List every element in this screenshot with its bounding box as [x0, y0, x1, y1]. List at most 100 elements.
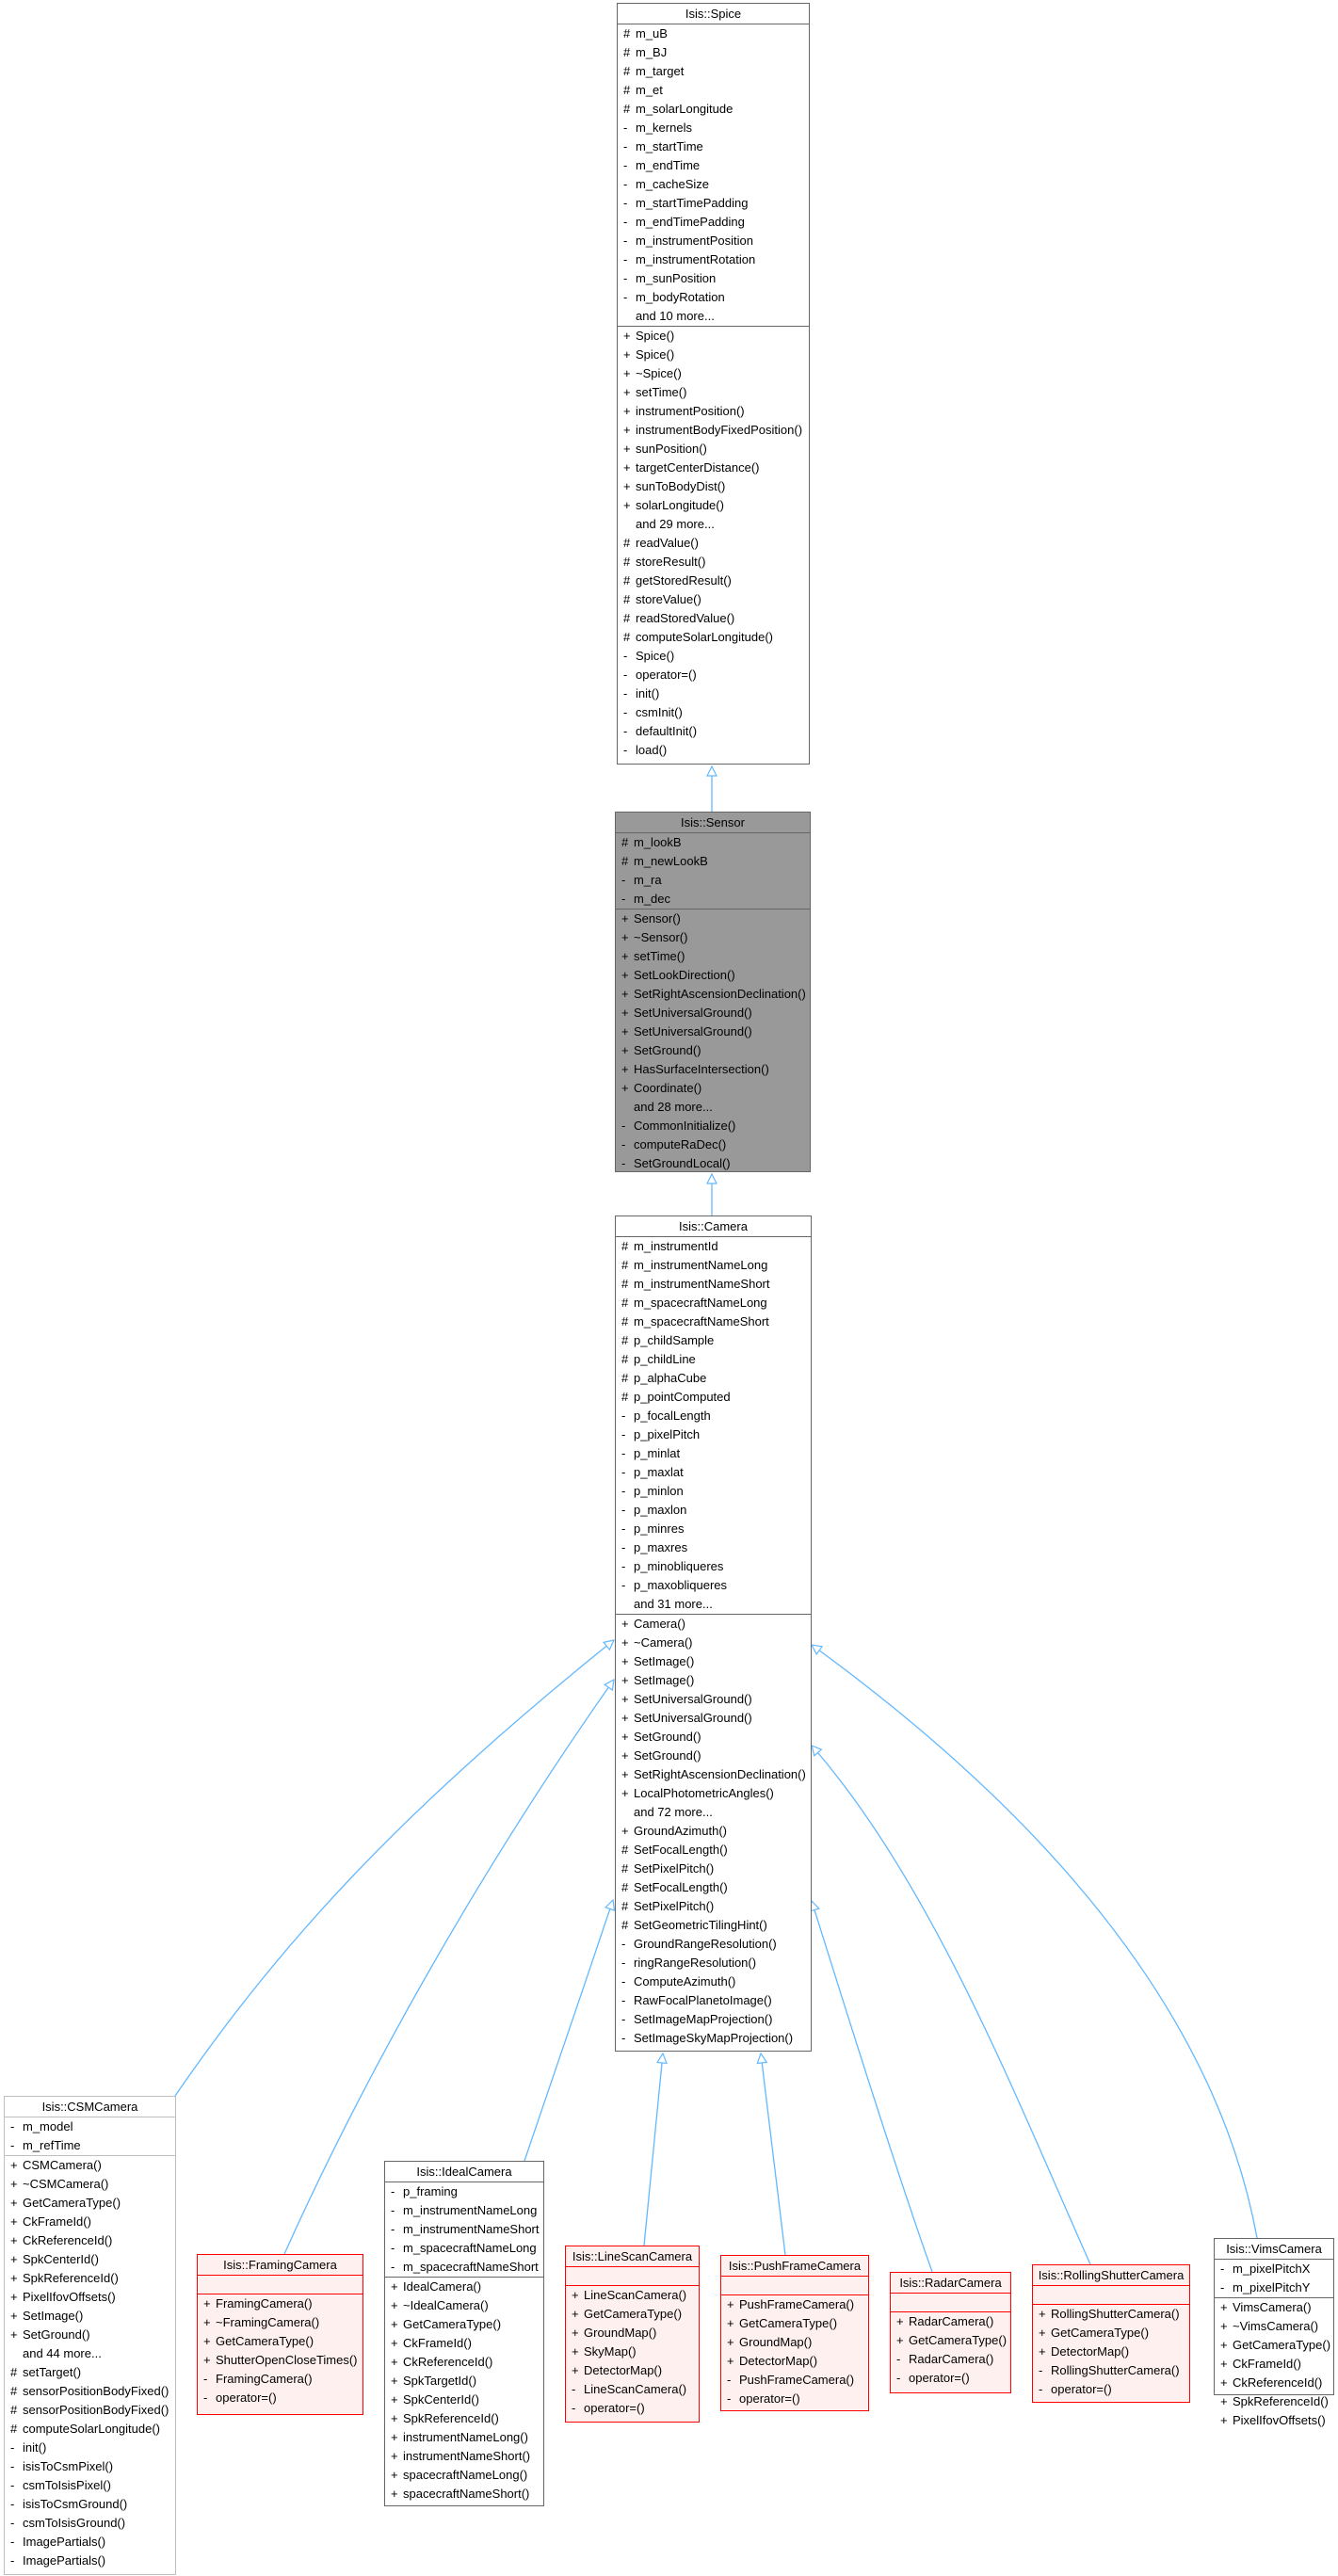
methods-section: + IdealCamera() + ~IdealCamera() + GetCameraT…	[385, 2278, 543, 2504]
more-members-link[interactable]: and 29 more...	[618, 515, 809, 534]
more-members-link[interactable]: and 10 more...	[618, 307, 809, 326]
method-row: # computeSolarLongitude()	[618, 628, 809, 647]
member-name: m_bodyRotation	[636, 290, 725, 304]
class-name[interactable]: Isis::Spice	[618, 4, 809, 24]
class-name[interactable]: Isis::RadarCamera	[891, 2273, 1010, 2294]
attribute-row: - m_instrumentNameLong	[385, 2201, 543, 2220]
method-row: - operator=()	[618, 666, 809, 684]
visibility-marker: -	[896, 2371, 901, 2385]
member-name: sensorPositionBodyFixed()	[23, 2403, 169, 2417]
member-name: and 44 more...	[23, 2346, 102, 2360]
member-name: isisToCsmPixel()	[23, 2459, 114, 2473]
method-row: - isisToCsmGround()	[5, 2495, 175, 2514]
member-name: PixelIfovOffsets()	[1233, 2413, 1326, 2427]
class-radar-camera[interactable]: Isis::RadarCamera + RadarCamera() + GetCamer…	[890, 2272, 1011, 2393]
visibility-marker: +	[623, 366, 631, 380]
method-row: + instrumentPosition()	[618, 402, 809, 421]
member-name: and 31 more...	[634, 1597, 713, 1611]
method-row: + GetCameraType()	[385, 2315, 543, 2334]
member-name: storeResult()	[636, 555, 706, 569]
attribute-row: # p_alphaCube	[616, 1369, 811, 1388]
class-name[interactable]: Isis::PushFrameCamera	[721, 2256, 868, 2277]
visibility-marker: +	[1220, 2413, 1228, 2427]
method-row: + SetRightAscensionDeclination()	[616, 985, 810, 1004]
more-members-link[interactable]: and 44 more...	[5, 2344, 175, 2363]
class-name[interactable]: Isis::LineScanCamera	[566, 2246, 699, 2267]
visibility-marker: -	[621, 2031, 626, 2045]
method-row: - computeRaDec()	[616, 1135, 810, 1154]
class-pushframe-camera[interactable]: Isis::PushFrameCamera + PushFrameCamera() +…	[720, 2255, 869, 2411]
member-name: SpkCenterId()	[403, 2392, 479, 2407]
member-name: setTarget()	[23, 2365, 82, 2379]
method-row: + SetGround()	[616, 1747, 811, 1765]
member-name: computeRaDec()	[634, 1137, 727, 1151]
member-name: ~IdealCamera()	[403, 2298, 489, 2312]
member-name: setTime()	[636, 385, 687, 399]
class-sensor[interactable]: Isis::Sensor # m_lookB # m_newLookB - m_ra - m_d…	[615, 812, 811, 1172]
visibility-marker: +	[623, 329, 631, 343]
visibility-marker: +	[203, 2296, 211, 2310]
attribute-row: - m_instrumentPosition	[618, 232, 809, 250]
visibility-marker: -	[621, 1465, 626, 1479]
visibility-marker: +	[621, 987, 629, 1001]
method-row: # sensorPositionBodyFixed()	[5, 2382, 175, 2401]
method-row: - csmToIsisGround()	[5, 2514, 175, 2533]
class-rollingshutter-camera[interactable]: Isis::RollingShutterCamera + RollingShutte…	[1032, 2264, 1190, 2403]
class-ideal-camera[interactable]: Isis::IdealCamera - p_framing - m_instrument…	[384, 2161, 544, 2506]
visibility-marker: -	[1039, 2382, 1043, 2396]
member-name: GetCameraType()	[1233, 2338, 1331, 2352]
member-name: SkyMap()	[584, 2344, 637, 2359]
method-row: + CkFrameId()	[5, 2213, 175, 2231]
class-camera[interactable]: Isis::Camera # m_instrumentId # m_instrument…	[615, 1216, 812, 2052]
member-name: m_dec	[634, 892, 671, 906]
attribute-row: - m_cacheSize	[618, 175, 809, 194]
visibility-marker: #	[623, 573, 631, 588]
class-name[interactable]: Isis::IdealCamera	[385, 2162, 543, 2182]
visibility-marker: +	[621, 1786, 629, 1800]
attribute-row: - p_maxobliqueres	[616, 1576, 811, 1595]
class-framing-camera[interactable]: Isis::FramingCamera + FramingCamera() + ~Fra…	[197, 2254, 363, 2415]
visibility-marker: -	[621, 892, 626, 906]
method-row: # SetPixelPitch()	[616, 1897, 811, 1916]
class-name[interactable]: Isis::RollingShutterCamera	[1033, 2265, 1189, 2286]
method-row: + ~CSMCamera()	[5, 2175, 175, 2194]
member-name: Sensor()	[634, 911, 681, 926]
member-name: m_sunPosition	[636, 271, 717, 285]
method-row: - Spice()	[618, 647, 809, 666]
member-name: p_maxres	[634, 1540, 688, 1554]
visibility-marker: #	[623, 83, 631, 97]
member-name: p_alphaCube	[634, 1371, 707, 1385]
more-members-link[interactable]: and 72 more...	[616, 1803, 811, 1822]
method-row: + ~Spice()	[618, 364, 809, 383]
visibility-marker: +	[621, 1024, 629, 1038]
class-name[interactable]: Isis::CSMCamera	[5, 2097, 175, 2117]
visibility-marker: +	[623, 479, 631, 493]
visibility-marker: #	[10, 2422, 18, 2436]
member-name: m_refTime	[23, 2138, 81, 2152]
class-linescan-camera[interactable]: Isis::LineScanCamera + LineScanCamera() + Ge…	[565, 2246, 700, 2423]
visibility-marker: #	[621, 1333, 629, 1347]
class-name[interactable]: Isis::VimsCamera	[1215, 2239, 1333, 2260]
class-name[interactable]: Isis::FramingCamera	[198, 2255, 363, 2276]
more-members-link[interactable]: and 31 more...	[616, 1595, 811, 1614]
attributes-section: # m_lookB # m_newLookB - m_ra - m_dec	[616, 833, 810, 910]
class-name[interactable]: Isis::Camera	[616, 1216, 811, 1237]
visibility-marker: +	[623, 404, 631, 418]
attribute-row: - p_minlat	[616, 1444, 811, 1463]
visibility-marker: +	[623, 423, 631, 437]
attribute-row: - m_startTime	[618, 137, 809, 156]
class-csm-camera[interactable]: Isis::CSMCamera - m_model - m_refTime + CSMCam…	[4, 2096, 176, 2575]
member-name: m_cacheSize	[636, 177, 710, 191]
member-name: FramingCamera()	[216, 2372, 313, 2386]
class-vims-camera[interactable]: Isis::VimsCamera - m_pixelPitchX - m_pixelPi…	[1214, 2238, 1334, 2427]
class-spice[interactable]: Isis::Spice # m_uB # m_BJ # m_target # m_et # m_so…	[617, 3, 810, 765]
member-name: m_spacecraftNameLong	[634, 1296, 767, 1310]
member-name: p_childSample	[634, 1333, 715, 1347]
more-members-link[interactable]: and 28 more...	[616, 1098, 810, 1117]
attribute-row: - p_maxres	[616, 1538, 811, 1557]
class-name[interactable]: Isis::Sensor	[616, 813, 810, 833]
member-name: operator=()	[909, 2371, 970, 2385]
visibility-marker: +	[203, 2353, 211, 2367]
attribute-row: # m_lookB	[616, 833, 810, 852]
member-name: p_framing	[403, 2184, 458, 2198]
